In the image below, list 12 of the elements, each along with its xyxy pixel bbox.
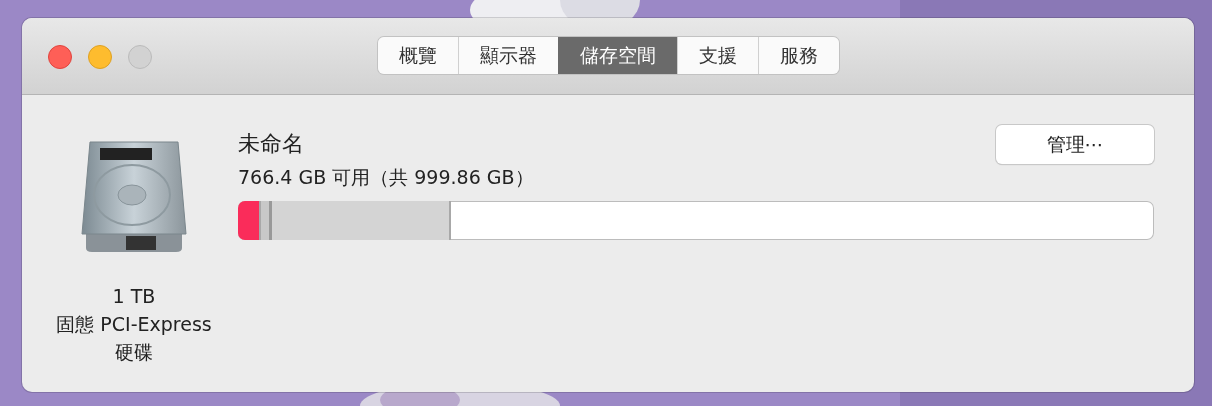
disk-description: 1 TB 固態 PCI-Express 硬碟 — [56, 284, 212, 365]
minimize-button[interactable] — [88, 45, 112, 69]
tab[interactable]: 服務 — [757, 37, 839, 74]
manage-button[interactable]: 管理⋯ — [996, 125, 1154, 164]
close-button[interactable] — [48, 45, 72, 69]
zoom-button[interactable] — [128, 45, 152, 69]
volume-summary: 766.4 GB 可用（共 999.86 GB） — [238, 165, 534, 190]
tab[interactable]: 儲存空間 — [557, 37, 677, 74]
tab[interactable]: 顯示器 — [457, 37, 558, 74]
tab[interactable]: 支援 — [676, 37, 758, 74]
volume-name: 未命名 — [238, 130, 305, 158]
tab[interactable]: 概覽 — [377, 37, 458, 74]
